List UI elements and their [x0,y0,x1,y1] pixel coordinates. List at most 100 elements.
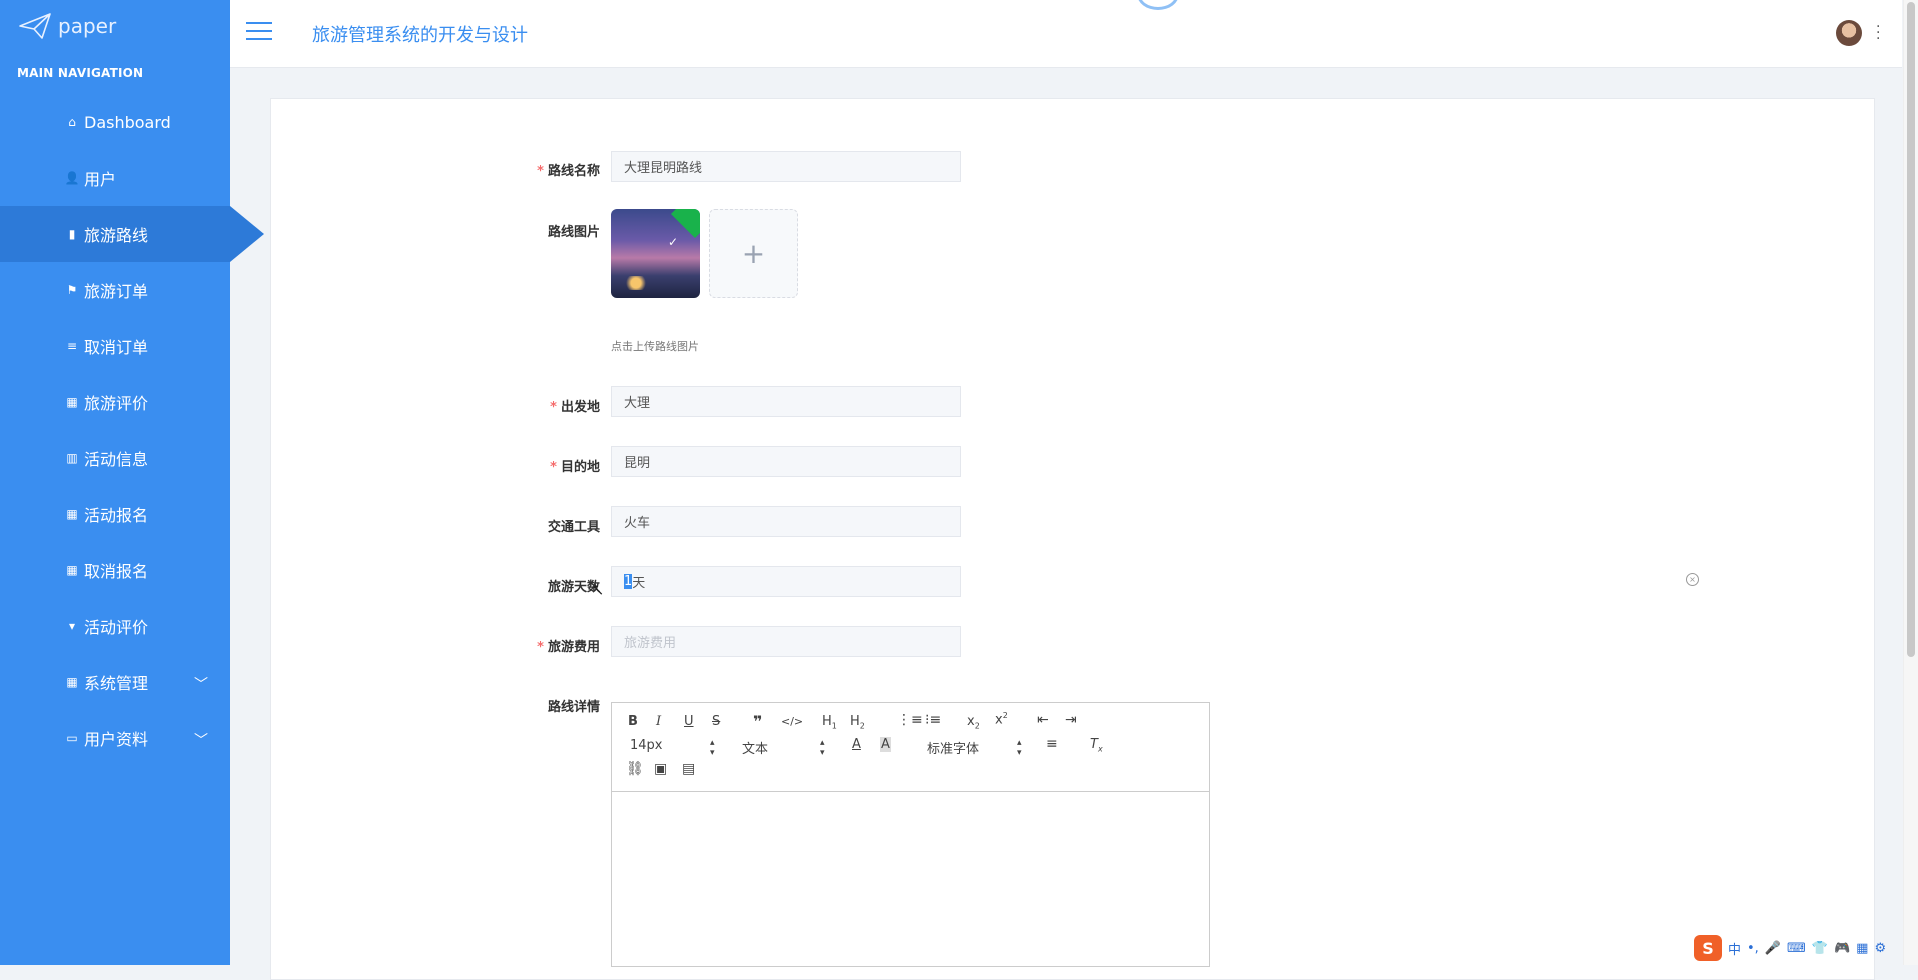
chevron-down-icon: ﹀ [194,677,208,693]
flag-icon: ⚑ [66,283,78,297]
main-navigation: ⌂ Dashboard 👤 用户 ▮ 旅游路线 ⚑ 旅游订单 ≡ 取消订单 ▦ 旅游评价 ▥ 活动信息 ▦ 活… [0,94,264,766]
text-type-select[interactable]: 文本 ▴ ▾ [742,738,832,758]
sidebar-item-label: 用户 [84,170,117,189]
logo-text: paper [58,14,117,38]
days-input[interactable]: 1天 [611,566,961,597]
ordered-list-icon[interactable]: ⋮≡ [897,712,923,728]
sidebar-item-5[interactable]: ≡ 取消订单 [0,318,230,374]
more-options-icon[interactable]: · · · [1876,20,1880,46]
mouse-cursor-icon: ↖ [591,580,605,599]
sidebar-item-label: 旅游订单 [84,282,149,301]
settings-icon[interactable]: ⚙ [1874,941,1886,956]
superscript-icon[interactable]: x2 [995,711,1008,727]
sidebar-item-9[interactable]: ▦ 取消报名 [0,542,230,598]
ime-language[interactable]: 中 [1728,939,1741,958]
video-icon[interactable]: ▤ [682,761,695,777]
uploaded-image-thumbnail[interactable]: ✓ [611,209,700,298]
sidebar-item-3[interactable]: ▮ 旅游路线 [0,206,264,262]
toolbox-icon[interactable]: ▦ [1856,941,1868,956]
code-icon[interactable]: </> [781,715,803,728]
sogou-logo-icon[interactable]: S [1694,935,1722,961]
subscript-icon[interactable]: x2 [967,714,980,731]
blockquote-icon[interactable]: ❞ [753,712,762,731]
upload-hint: 点击上传路线图片 [611,340,699,353]
skin-icon[interactable]: 👕 [1812,941,1828,956]
keyboard-icon[interactable]: ⌨ [1787,941,1806,956]
rich-text-editor: B I U S ❞ </> H1 H2 ⋮≡ ⁝≡ x2 x2 ⇤ ⇥ 14px… [611,702,1210,967]
sidebar-item-label: 活动报名 [84,506,149,525]
sidebar-item-label: 系统管理 [84,674,149,693]
indent-icon[interactable]: ⇥ [1065,712,1077,728]
menu-toggle-icon[interactable] [246,22,272,42]
days-unit: 天 [632,576,646,591]
sidebar: paper MAIN NAVIGATION ⌂ Dashboard 👤 用户 ▮ 旅游路线… [0,0,264,965]
text-type-value: 文本 [742,742,769,757]
sidebar-item-6[interactable]: ▦ 旅游评价 [0,374,230,430]
heading2-icon[interactable]: H2 [850,714,865,731]
page-scrollbar[interactable] [1903,0,1918,965]
grid-icon: ▦ [66,675,78,689]
sliders-icon: ≡ [66,339,78,353]
destination-input[interactable]: 昆明 [611,446,961,477]
route-name-label: * 路线名称 [537,164,600,179]
background-color-icon[interactable]: A [880,737,891,752]
sidebar-item-12[interactable]: ▭ 用户资料 ﹀ [0,710,230,766]
font-size-value: 14px [630,738,663,753]
font-color-icon[interactable]: A [852,737,861,752]
route-name-input[interactable]: 大理昆明路线 [611,151,961,182]
sidebar-item-10[interactable]: ▾ 活动评价 [0,598,230,654]
underline-icon[interactable]: U [684,714,694,729]
strikethrough-icon[interactable]: S [712,714,720,729]
nav-section-title: MAIN NAVIGATION [17,66,144,80]
font-size-select[interactable]: 14px ▴ ▾ [630,738,720,758]
ime-punctuation[interactable]: •, [1747,941,1759,956]
bullet-list-icon[interactable]: ⁝≡ [925,712,941,728]
cost-label: * 旅游费用 [537,640,600,655]
sidebar-item-label: 取消报名 [84,562,149,581]
sidebar-item-2[interactable]: 👤 用户 [0,150,230,206]
bar-chart-icon: ▥ [66,451,78,465]
sidebar-item-label: 用户资料 [84,730,149,749]
grid-icon: ▦ [66,395,78,409]
grid-icon: ▦ [66,507,78,521]
transport-input[interactable]: 火车 [611,506,961,537]
days-label: 旅游天数 [547,580,600,595]
link-icon[interactable]: ⛓ [626,761,644,777]
bold-icon[interactable]: B [628,714,638,729]
home-icon: ⌂ [68,115,76,129]
clear-format-icon[interactable]: Tx [1090,737,1103,754]
image-icon[interactable]: ▣ [654,761,667,777]
book-icon: ▮ [68,227,76,241]
paper-plane-icon [19,13,51,39]
origin-input[interactable]: 大理 [611,386,961,417]
user-icon: 👤 [64,171,80,185]
italic-icon[interactable]: I [656,714,661,729]
sidebar-item-label: 活动评价 [84,618,149,637]
clear-circle-icon[interactable]: × [1686,573,1699,586]
sidebar-item-label: 旅游路线 [84,226,149,245]
microphone-icon[interactable]: 🎤 [1765,941,1781,956]
sidebar-item-7[interactable]: ▥ 活动信息 [0,430,230,486]
grid-icon: ▦ [66,563,78,577]
font-family-value: 标准字体 [927,742,980,757]
transport-label: 交通工具 [547,520,600,535]
sidebar-item-8[interactable]: ▦ 活动报名 [0,486,230,542]
scrollbar-thumb[interactable] [1907,2,1915,657]
heading1-icon[interactable]: H1 [822,714,837,731]
brand-logo[interactable]: paper [18,12,116,40]
align-left-icon[interactable]: ≡ [1046,736,1058,752]
sidebar-item-1[interactable]: ⌂ Dashboard [0,94,230,150]
check-icon: ✓ [667,235,678,249]
destination-label: * 目的地 [550,460,600,475]
sidebar-item-4[interactable]: ⚑ 旅游订单 [0,262,230,318]
avatar[interactable] [1836,20,1862,46]
sidebar-item-11[interactable]: ▦ 系统管理 ﹀ [0,654,230,710]
game-icon[interactable]: 🎮 [1834,941,1850,956]
outdent-icon[interactable]: ⇤ [1037,712,1049,728]
chevron-down-icon: ﹀ [194,733,208,749]
route-image-label: 路线图片 [547,225,600,240]
add-image-button[interactable]: + [709,209,798,298]
cost-input[interactable]: 旅游费用 [611,626,961,657]
editor-content-area[interactable] [612,792,1209,967]
font-family-select[interactable]: 标准字体 ▴ ▾ [927,738,1027,758]
